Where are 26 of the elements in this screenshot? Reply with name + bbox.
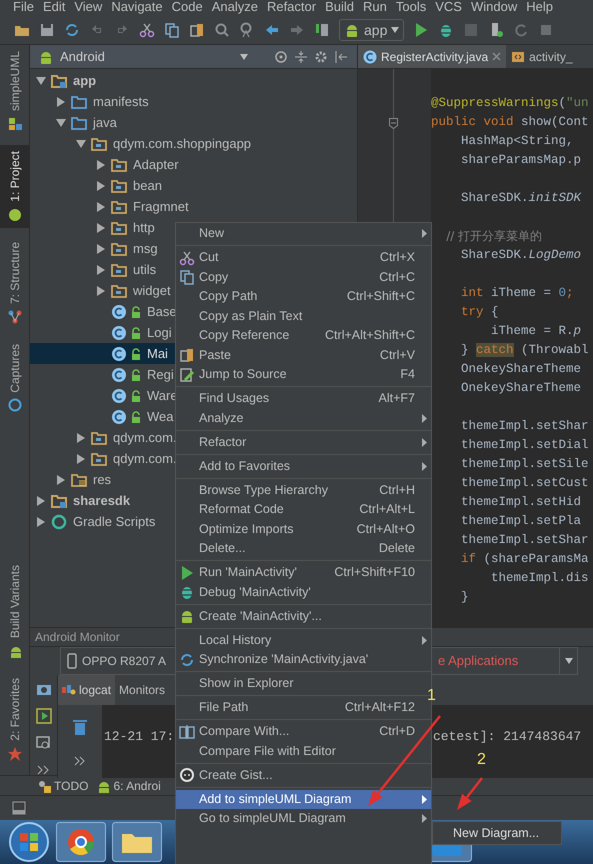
code-line: } [460,589,470,606]
code-line: OnekeyShareTheme [460,380,582,397]
code-line: shareParamsMap.p [460,152,582,169]
code-line: themeImpl.setHid [460,494,582,511]
code-line: // 打开分享菜单的 [445,228,544,245]
code-line: ShareSDK.initSDK [460,190,582,207]
code-line: themeImpl.setShar [460,418,589,435]
code-line: try { [460,304,500,321]
code-line: iTheme = R.p [490,323,582,340]
code-line: themeImpl.setDial [460,437,589,454]
code-line: int iTheme = 0; [460,285,575,302]
code-line: ShareSDK.LogDemo [460,247,582,264]
code-line: if (shareParamsMa [460,551,589,568]
log-timestamp: 12-21 17: [104,729,174,744]
code-line: themeImpl.setShar [460,532,589,549]
code-line: themeImpl.setCust [460,475,589,492]
code-line: HashMap<String, [460,133,575,150]
code-line: themeImpl.setPla [460,513,582,530]
code-line: themeImpl.dis [490,570,589,587]
code-line: public void show(Cont [431,114,589,131]
code-line: @SuppressWarnings("un [431,95,589,112]
code-line: OnekeyShareTheme [460,361,582,378]
code-line: themeImpl.setSile [460,456,589,473]
code-line: } catch (Throwabl [460,342,589,359]
log-message: cetest]: 2147483647 [433,728,582,746]
annotation-number: 2 [477,750,486,770]
